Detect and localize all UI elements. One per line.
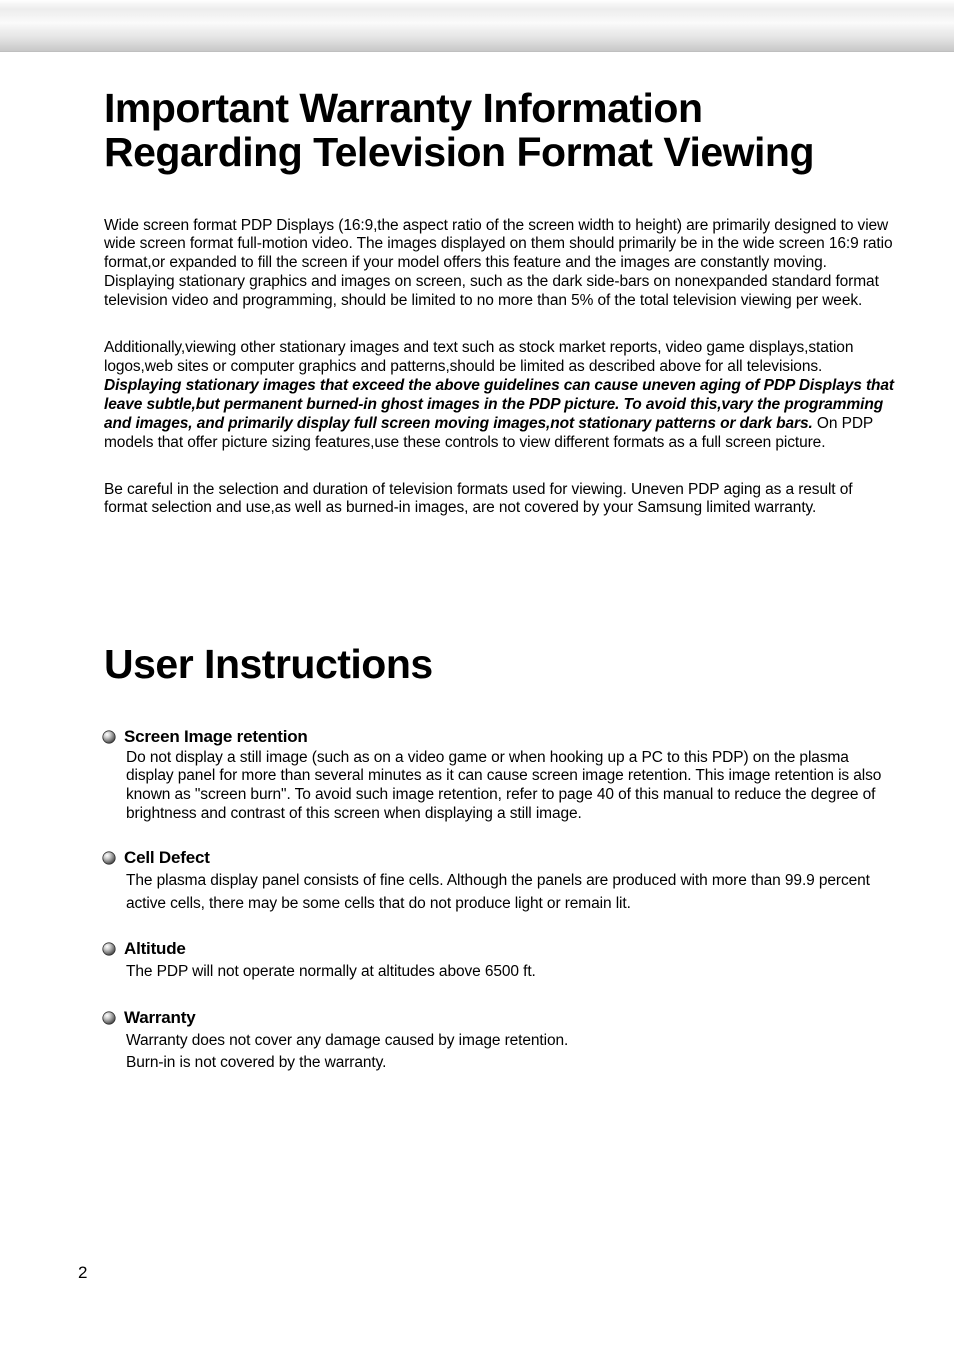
top-metallic-band bbox=[0, 0, 954, 52]
section: WarrantyWarranty does not cover any dama… bbox=[104, 1008, 894, 1075]
user-instructions-heading: User Instructions bbox=[104, 642, 894, 686]
main-heading: Important Warranty Information Regarding… bbox=[104, 86, 894, 175]
bullet-icon bbox=[102, 942, 116, 956]
section-title: Cell Defect bbox=[124, 848, 210, 868]
heading-line-1: Important Warranty Information bbox=[104, 85, 703, 131]
bullet-icon bbox=[102, 851, 116, 865]
section-title: Altitude bbox=[124, 939, 186, 959]
section-title: Warranty bbox=[124, 1008, 195, 1028]
section-header: Cell Defect bbox=[102, 848, 894, 868]
page-content: Important Warranty Information Regarding… bbox=[0, 86, 954, 1075]
section: Screen Image retentionDo not display a s… bbox=[104, 727, 894, 825]
section-body: Do not display a still image (such as on… bbox=[126, 749, 894, 825]
warranty-paragraph-3: Be careful in the selection and duration… bbox=[104, 481, 894, 519]
bullet-icon bbox=[102, 730, 116, 744]
page-number: 2 bbox=[78, 1263, 87, 1283]
heading-line-2: Regarding Television Format Viewing bbox=[104, 129, 814, 175]
warranty-paragraph-2: Additionally,viewing other stationary im… bbox=[104, 339, 894, 452]
section-title: Screen Image retention bbox=[124, 727, 308, 747]
section-header: Screen Image retention bbox=[102, 727, 894, 747]
section: AltitudeThe PDP will not operate normall… bbox=[104, 939, 894, 983]
section-header: Altitude bbox=[102, 939, 894, 959]
sections-container: Screen Image retentionDo not display a s… bbox=[104, 727, 894, 1075]
section-header: Warranty bbox=[102, 1008, 894, 1028]
bullet-icon bbox=[102, 1011, 116, 1025]
para2-pre: Additionally,viewing other stationary im… bbox=[104, 339, 853, 375]
section: Cell DefectThe plasma display panel cons… bbox=[104, 848, 894, 915]
section-body: The plasma display panel consists of fin… bbox=[126, 870, 894, 915]
warranty-paragraph-1: Wide screen format PDP Displays (16:9,th… bbox=[104, 217, 894, 312]
para2-emphasis: Displaying stationary images that exceed… bbox=[104, 377, 894, 432]
section-body: Warranty does not cover any damage cause… bbox=[126, 1030, 894, 1075]
section-body: The PDP will not operate normally at alt… bbox=[126, 961, 894, 983]
